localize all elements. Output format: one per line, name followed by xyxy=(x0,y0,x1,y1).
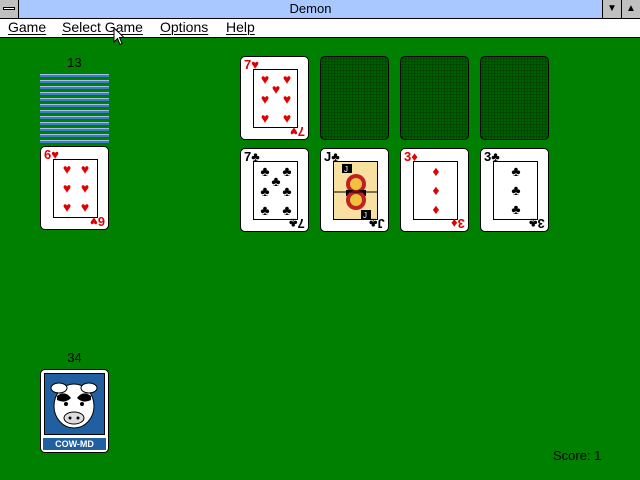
card-rank-bottom: 3♦ xyxy=(451,216,465,231)
heart-icon: ♥ xyxy=(62,161,72,177)
foundation-1[interactable]: 7♥ ♥ ♥ ♥ ♥ ♥ ♥ ♥ 7♥ xyxy=(240,56,309,140)
card-back-caption: COW-MD xyxy=(43,438,106,450)
foundation-3-empty[interactable] xyxy=(400,56,469,140)
card-rank-bottom: 6♥ xyxy=(90,214,105,229)
card-rank-bottom: 7♣ xyxy=(289,216,305,231)
heart-icon: ♥ xyxy=(282,110,292,126)
tableau-2[interactable]: J♣ J J J♣ xyxy=(320,148,389,232)
menu-help[interactable]: Help xyxy=(226,19,255,37)
card-face: ♣ ♣ ♣ ♣ ♣ ♣ ♣ xyxy=(253,161,298,220)
club-icon: ♣ xyxy=(282,183,292,199)
club-icon: ♣ xyxy=(511,182,521,198)
mouse-cursor-icon xyxy=(113,27,126,46)
stock-count: 34 xyxy=(67,350,82,365)
club-icon: ♣ xyxy=(511,201,521,217)
club-icon: ♣ xyxy=(282,202,292,218)
cow-icon xyxy=(44,373,105,435)
tableau-1[interactable]: 7♣ ♣ ♣ ♣ ♣ ♣ ♣ ♣ 7♣ xyxy=(240,148,309,232)
card-face: ♣ ♣ ♣ xyxy=(493,161,538,220)
foundation-2-empty[interactable] xyxy=(320,56,389,140)
maximize-button[interactable]: ▲ xyxy=(621,0,640,18)
heart-icon: ♥ xyxy=(80,199,90,215)
heart-icon: ♥ xyxy=(282,91,292,107)
system-menu-button[interactable] xyxy=(0,0,19,18)
menu-select-game[interactable]: Select Game xyxy=(62,19,143,37)
menu-options[interactable]: Options xyxy=(160,19,208,37)
jack-face-icon: J J xyxy=(333,161,378,220)
card-face: ♥ ♥ ♥ ♥ ♥ ♥ ♥ xyxy=(253,69,298,128)
card-rank-bottom: 3♣ xyxy=(529,216,545,231)
stock-pile[interactable]: COW-MD xyxy=(40,369,109,453)
heart-icon: ♥ xyxy=(62,180,72,196)
diamond-icon: ♦ xyxy=(432,163,440,179)
score-label: Score: 1 xyxy=(553,448,602,463)
minimize-button[interactable]: ▼ xyxy=(602,0,621,18)
card-face: ♥ ♥ ♥ ♥ ♥ ♥ xyxy=(53,159,98,218)
card-face: ♦ ♦ ♦ xyxy=(413,161,458,220)
reserve-stack xyxy=(40,74,109,146)
heart-icon: ♥ xyxy=(80,180,90,196)
heart-icon: ♥ xyxy=(62,199,72,215)
heart-icon: ♥ xyxy=(80,161,90,177)
svg-text:J: J xyxy=(363,211,367,220)
diamond-icon: ♦ xyxy=(432,182,440,198)
menu-bar: Game Select Game Options Help xyxy=(0,19,640,38)
club-icon: ♣ xyxy=(260,202,270,218)
club-icon: ♣ xyxy=(511,163,521,179)
svg-text:J: J xyxy=(344,165,348,174)
window-title: Demon xyxy=(289,1,332,16)
title-bar: Demon ▼ ▲ xyxy=(0,0,640,19)
reserve-top-card[interactable]: 6♥ ♥ ♥ ♥ ♥ ♥ ♥ 6♥ xyxy=(40,146,109,230)
diamond-icon: ♦ xyxy=(432,201,440,217)
card-rank-bottom: J♣ xyxy=(369,216,385,231)
tableau-3[interactable]: 3♦ ♦ ♦ ♦ 3♦ xyxy=(400,148,469,232)
card-rank-bottom: 7♥ xyxy=(290,124,305,139)
foundation-4-empty[interactable] xyxy=(480,56,549,140)
heart-icon: ♥ xyxy=(260,110,270,126)
reserve-count: 13 xyxy=(67,55,82,70)
heart-icon: ♥ xyxy=(260,91,270,107)
club-icon: ♣ xyxy=(260,183,270,199)
menu-game[interactable]: Game xyxy=(8,19,46,37)
tableau-4[interactable]: 3♣ ♣ ♣ ♣ 3♣ xyxy=(480,148,549,232)
